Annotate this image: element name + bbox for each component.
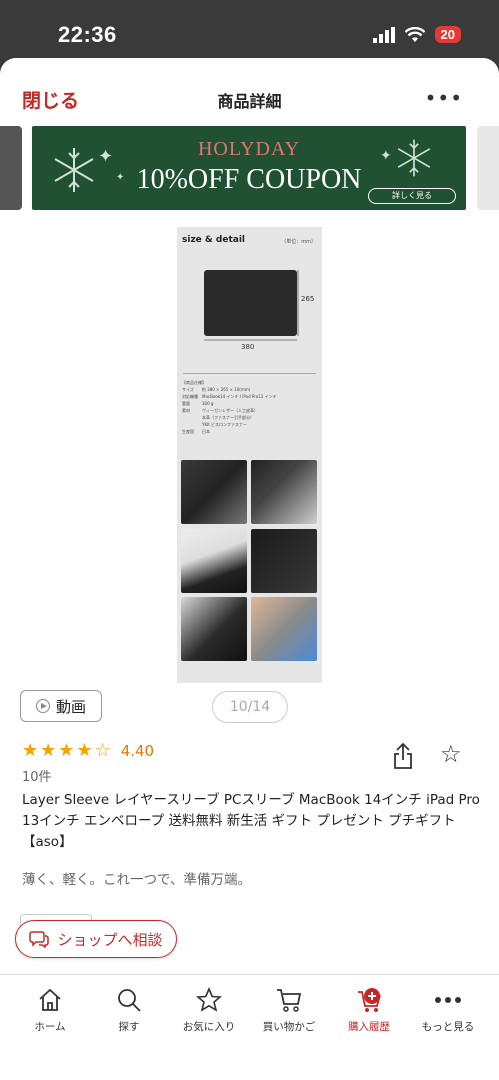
spec-line: YKK ビスロンファスナー xyxy=(182,422,247,427)
status-time: 22:36 xyxy=(58,22,117,47)
share-icon[interactable] xyxy=(392,742,414,770)
more-options-button[interactable]: ••• xyxy=(425,86,463,110)
image-page-indicator: 10/14 xyxy=(212,691,288,723)
width-dimension: 380 xyxy=(241,343,255,351)
signal-icon xyxy=(372,26,395,43)
image-heading: size & detail xyxy=(182,235,245,245)
product-catchcopy: 薄く、軽く。これ一つで、準備万端。 xyxy=(22,872,251,888)
spec-table: 【商品仕様】 サイズ 約 380 × 265 × 10(mm) 対応機種 Mac… xyxy=(182,379,277,435)
spec-line: 【商品仕様】 xyxy=(182,380,206,385)
tab-label: 買い物かご xyxy=(262,1021,316,1033)
sleeve-photo xyxy=(204,270,297,336)
spec-line: 生産国 日本 xyxy=(182,429,210,434)
tab-home[interactable]: ホーム xyxy=(10,985,90,1034)
sheet-header: 閉じる 商品詳細 ••• xyxy=(0,58,499,136)
detail-photo xyxy=(251,460,317,524)
detail-photo xyxy=(181,597,247,661)
spec-line: 本革（ファスナー引手部分） xyxy=(182,415,254,420)
spec-line: サイズ 約 380 × 265 × 10(mm) xyxy=(182,387,251,392)
wifi-icon xyxy=(404,26,425,42)
detail-photo xyxy=(251,597,317,661)
banner-detail-button[interactable]: 詳しく見る xyxy=(368,188,456,204)
spec-line: 素材 ヴィーガンレザー（人工皮革） xyxy=(182,408,258,413)
tab-more[interactable]: もっと見る xyxy=(408,985,488,1034)
chat-icon xyxy=(29,931,50,948)
battery-indicator: 20 xyxy=(434,26,461,43)
tab-label: もっと見る xyxy=(421,1021,475,1033)
star-half-icon: ☆ xyxy=(94,740,111,761)
tab-purchase-history[interactable]: 購入履歴 xyxy=(329,985,409,1034)
height-dimension-line xyxy=(297,270,299,336)
height-dimension: 265 xyxy=(301,295,315,303)
tab-cart[interactable]: 買い物かご xyxy=(249,985,329,1034)
search-icon xyxy=(118,989,141,1012)
image-unit: （単位：mm） xyxy=(281,239,316,245)
tab-search[interactable]: 探す xyxy=(89,985,169,1034)
banner-title: HOLYDAY xyxy=(197,138,301,160)
detail-photo xyxy=(181,460,247,524)
divider xyxy=(183,373,316,374)
tab-favorites[interactable]: お気に入り xyxy=(169,985,249,1034)
product-title: Layer Sleeve レイヤースリーブ PCスリーブ MacBook 14イ… xyxy=(22,792,480,850)
tab-label: ホーム xyxy=(34,1021,66,1033)
play-icon xyxy=(35,699,50,713)
spec-line: 対応機種 MacBook14 インチ / iPad Pro13 インチ xyxy=(182,394,277,399)
more-icon xyxy=(435,997,461,1003)
status-bar: 22:36 20 xyxy=(0,0,499,58)
star-filled-icon: ★ xyxy=(58,740,75,761)
tab-label: 購入履歴 xyxy=(348,1021,390,1033)
shop-consult-label: ショップへ相談 xyxy=(57,930,163,949)
review-count[interactable]: 10件 xyxy=(22,766,52,785)
rating[interactable]: ★ ★ ★ ★ ☆ 4.40 xyxy=(22,740,154,761)
favorite-star-icon[interactable]: ☆ xyxy=(440,740,462,768)
detail-photo xyxy=(251,529,317,593)
product-sheet: 閉じる 商品詳細 ••• ✦ ✦ ✦ HOLYDAY 10%OFF COUPON… xyxy=(0,58,499,1080)
tab-label: お気に入り xyxy=(182,1021,236,1033)
coupon-banner[interactable]: ✦ ✦ ✦ HOLYDAY 10%OFF COUPON 詳しく見る xyxy=(32,126,466,210)
spec-line: 重量 300 g xyxy=(182,401,214,406)
bottom-tab-bar: ホーム 探す お気に入り 買い物かご 購入履歴 もっと見る xyxy=(0,974,499,1080)
star-filled-icon: ★ xyxy=(22,740,39,761)
purchase-history-icon xyxy=(358,988,381,1012)
detail-photo xyxy=(181,529,247,593)
product-image[interactable]: size & detail （単位：mm） 265 380 【商品仕様】 サイズ… xyxy=(177,227,322,683)
star-filled-icon: ★ xyxy=(76,740,93,761)
star-filled-icon: ★ xyxy=(40,740,57,761)
star-icon xyxy=(196,987,222,1012)
rating-value: 4.40 xyxy=(120,741,155,760)
banner-prev-peek[interactable] xyxy=(0,126,22,210)
banner-next-peek[interactable] xyxy=(477,126,499,210)
shop-consult-button[interactable]: ショップへ相談 xyxy=(15,920,177,958)
status-icons: 20 xyxy=(372,26,461,43)
tab-label: 探す xyxy=(118,1021,140,1033)
video-label: 動画 xyxy=(55,697,86,716)
video-button[interactable]: 動画 xyxy=(20,690,102,722)
cart-icon xyxy=(277,989,302,1012)
home-icon xyxy=(39,988,61,1011)
